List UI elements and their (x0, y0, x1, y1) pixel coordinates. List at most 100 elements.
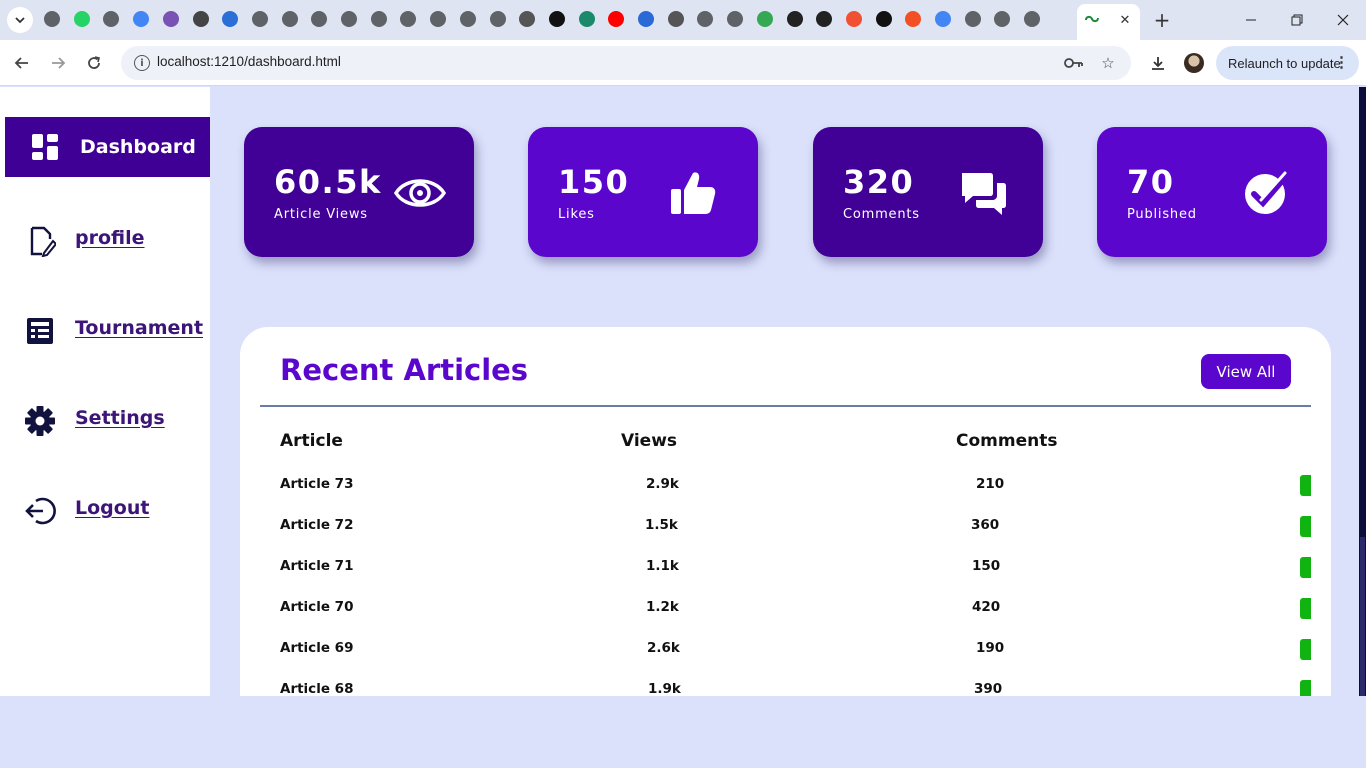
sidebar-item-label[interactable]: profile (75, 227, 145, 249)
article-title: Article 68 (280, 681, 354, 696)
view-all-button[interactable]: View All (1201, 354, 1291, 389)
column-header-comments: Comments (956, 431, 1058, 451)
chrome-tab-icon[interactable] (44, 11, 60, 27)
eye-icon (393, 169, 447, 217)
git-tab-icon[interactable] (845, 11, 862, 27)
sidebar-item-label[interactable]: Tournament (75, 317, 203, 339)
globe-tab-icon[interactable] (430, 11, 447, 27)
minimize-button[interactable] (1228, 0, 1274, 40)
flag-tab-icon[interactable] (638, 11, 654, 27)
recent-articles-panel: Recent Articles View All Article Views C… (240, 327, 1331, 696)
stat-label: Published (1127, 207, 1197, 222)
article-views: 1.1k (646, 558, 679, 574)
globe-tab-icon[interactable] (459, 11, 476, 27)
code-tab-icon[interactable] (519, 11, 536, 27)
chevron-down-icon (15, 17, 25, 24)
sidebar-item-label[interactable]: Logout (75, 497, 149, 519)
close-tab-icon[interactable]: ✕ (1116, 11, 1134, 29)
article-comments: 390 (974, 681, 1003, 696)
sidebar-item-tournament[interactable]: Tournament (0, 304, 210, 354)
reload-button[interactable] (81, 50, 107, 76)
whatsapp-tab-icon[interactable] (73, 11, 90, 27)
sidebar-item-label: Dashboard (80, 136, 196, 158)
globe-tab-icon[interactable] (964, 11, 981, 27)
stat-card-comments: 320 Comments (813, 127, 1043, 257)
globe-tab-icon[interactable] (370, 11, 387, 27)
article-views: 2.6k (647, 640, 680, 656)
article-comments: 420 (972, 599, 1001, 615)
password-key-icon[interactable] (1064, 54, 1084, 72)
sidebar-item-dashboard[interactable]: Dashboard (5, 117, 210, 177)
logout-icon (24, 495, 56, 527)
figma-tab-icon[interactable] (548, 11, 565, 27)
stat-value: 60.5k (274, 163, 382, 201)
newspaper-icon (24, 315, 56, 347)
github-tab-icon[interactable] (816, 11, 833, 27)
tab-search-button[interactable] (7, 7, 33, 33)
minimize-icon (1246, 19, 1256, 21)
status-indicator (1300, 557, 1311, 578)
microsoft-tab-icon[interactable] (905, 11, 922, 27)
profile-avatar[interactable] (1184, 53, 1204, 73)
webflow-tab-icon[interactable] (578, 11, 595, 27)
article-comments: 190 (976, 640, 1005, 656)
chrome-tab-icon[interactable] (103, 11, 120, 27)
globe-tab-icon[interactable] (281, 11, 298, 27)
scrollbar-thumb[interactable] (1360, 537, 1365, 696)
forward-button[interactable] (45, 50, 71, 76)
globe-tab-icon[interactable] (1024, 11, 1041, 27)
relaunch-button[interactable]: Relaunch to update ⋮ (1216, 46, 1359, 80)
site-info-icon[interactable]: i (134, 55, 150, 71)
restore-button[interactable] (1274, 0, 1320, 40)
github-tab-icon[interactable] (786, 11, 803, 27)
globe-tab-icon[interactable] (697, 11, 714, 27)
restore-icon (1291, 14, 1303, 26)
stat-value: 150 (558, 163, 630, 201)
table-row[interactable]: Article 69 2.6k 190 (240, 639, 1331, 681)
browser-toolbar: i localhost:1210/dashboard.html ☆ Relaun… (0, 40, 1366, 86)
address-bar[interactable]: i localhost:1210/dashboard.html ☆ (121, 46, 1131, 80)
article-views: 1.2k (646, 599, 679, 615)
sidebar: Dashboard profile Tournament Settings Lo… (0, 87, 210, 696)
dark-tab-icon[interactable] (875, 11, 892, 27)
youtube-tab-icon[interactable] (608, 11, 625, 27)
comments-icon (959, 169, 1011, 217)
globe-tab-icon[interactable] (251, 11, 268, 27)
globe-tab-icon[interactable] (341, 11, 357, 27)
google-tab-icon[interactable] (935, 11, 951, 27)
stat-value: 70 (1127, 163, 1175, 201)
globe-tab-icon[interactable] (994, 11, 1011, 27)
globe-tab-icon[interactable] (400, 11, 417, 27)
browser-tab-strip: ✕ + (0, 0, 1366, 40)
table-row[interactable]: Article 73 2.9k 210 (240, 475, 1331, 517)
sidebar-item-logout[interactable]: Logout (0, 484, 210, 534)
bootstrap-tab-icon[interactable] (162, 11, 179, 27)
sidebar-item-settings[interactable]: Settings (0, 394, 210, 444)
globe-tab-icon[interactable] (727, 11, 744, 27)
docs-tab-icon[interactable] (222, 11, 239, 27)
globe-tab-icon[interactable] (311, 11, 328, 27)
sidebar-item-label[interactable]: Settings (75, 407, 165, 429)
table-row[interactable]: Article 72 1.5k 360 (240, 516, 1331, 558)
close-window-button[interactable] (1320, 0, 1366, 40)
article-views: 1.9k (648, 681, 681, 696)
maps-tab-icon[interactable] (756, 11, 773, 27)
sidebar-item-profile[interactable]: profile (0, 214, 210, 264)
url-text[interactable]: localhost:1210/dashboard.html (157, 54, 341, 69)
page-scrollbar[interactable] (1359, 87, 1366, 696)
new-tab-button[interactable]: + (1151, 8, 1173, 32)
bookmark-star-icon[interactable]: ☆ (1098, 54, 1118, 72)
back-button[interactable] (9, 50, 35, 76)
download-icon[interactable] (1147, 52, 1169, 74)
table-row[interactable]: Article 68 1.9k 390 (240, 680, 1331, 696)
stat-card-views: 60.5k Article Views (244, 127, 474, 257)
kebab-menu-icon[interactable]: ⋮ (1334, 53, 1349, 71)
gear-icon (24, 405, 56, 437)
openai-tab-icon[interactable] (192, 11, 209, 27)
globe-tab-icon[interactable] (489, 11, 506, 27)
grid-icon (32, 134, 58, 160)
table-row[interactable]: Article 70 1.2k 420 (240, 598, 1331, 640)
google-tab-icon[interactable] (133, 11, 150, 27)
code-tab-icon[interactable] (667, 11, 684, 27)
table-row[interactable]: Article 71 1.1k 150 (240, 557, 1331, 599)
